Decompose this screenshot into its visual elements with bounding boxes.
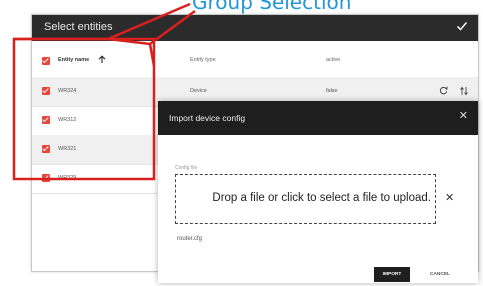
import-dialog-title: Import device config bbox=[169, 113, 246, 123]
entity-name: WR312 bbox=[58, 117, 77, 123]
entities-title: Select entities bbox=[44, 21, 113, 33]
dropzone-text: Drop a file or click to select a file to… bbox=[212, 192, 431, 204]
entity-name: WR329 bbox=[58, 175, 77, 181]
config-file-label: Config file bbox=[175, 165, 198, 171]
row-checkbox[interactable] bbox=[42, 174, 50, 182]
row-checkbox[interactable] bbox=[42, 145, 50, 153]
import-device-config-dialog: Import device config ✕ Config file Drop … bbox=[158, 101, 478, 283]
refresh-icon[interactable] bbox=[439, 86, 448, 95]
group-selection-annotation: Group Selection bbox=[192, 0, 352, 14]
table-header: Entity name Entity type active bbox=[32, 41, 478, 78]
selected-filename: router.cfg bbox=[177, 236, 203, 242]
entities-header: Select entities bbox=[32, 15, 478, 41]
clear-file-icon[interactable]: ✕ bbox=[445, 191, 454, 204]
file-dropzone[interactable]: Drop a file or click to select a file to… bbox=[175, 174, 436, 224]
column-active[interactable]: active bbox=[326, 57, 340, 63]
entity-name: WR324 bbox=[58, 88, 77, 94]
check-icon[interactable] bbox=[456, 20, 468, 32]
sort-arrows-icon[interactable] bbox=[460, 86, 468, 96]
close-icon[interactable]: ✕ bbox=[459, 111, 468, 122]
arrow-up-icon[interactable] bbox=[98, 55, 106, 64]
entity-type: Device bbox=[190, 88, 207, 94]
row-checkbox[interactable] bbox=[42, 116, 50, 124]
entity-active: false bbox=[326, 88, 338, 94]
row-checkbox[interactable] bbox=[42, 87, 50, 95]
entity-name: WR321 bbox=[58, 146, 77, 152]
column-entity-name[interactable]: Entity name bbox=[58, 57, 89, 63]
select-all-checkbox[interactable] bbox=[42, 57, 50, 65]
import-dialog-header: Import device config ✕ bbox=[158, 101, 478, 135]
column-entity-type[interactable]: Entity type bbox=[190, 57, 216, 63]
import-button[interactable]: IMPORT bbox=[374, 267, 410, 282]
cancel-button[interactable]: CANCEL bbox=[422, 267, 458, 282]
